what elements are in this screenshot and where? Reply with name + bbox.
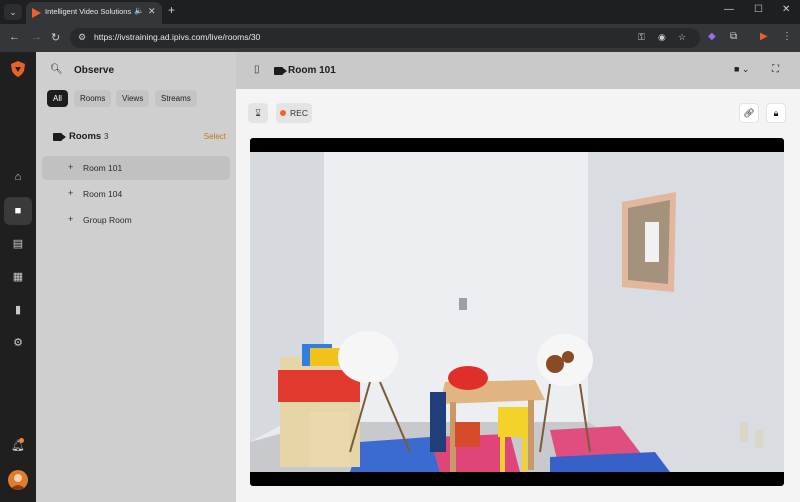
close-window-button[interactable]: ✕ [782, 4, 790, 15]
site-info-icon[interactable]: ⚙ [78, 32, 86, 43]
browser-menu-icon[interactable]: ⋮ [782, 31, 792, 42]
url-text[interactable]: https://ivstraining.ad.ipivs.com/live/ro… [94, 32, 260, 42]
avatar[interactable] [8, 470, 28, 490]
hourglass-button[interactable]: ⌛︎ [248, 103, 268, 123]
room-item-room-104[interactable]: + Room 104 [42, 182, 230, 206]
gear-icon[interactable]: ⚙ [4, 329, 32, 357]
room-name: Room 104 [83, 189, 123, 199]
url-field[interactable]: ⚙ https://ivstraining.ad.ipivs.com/live/… [70, 28, 700, 48]
rooms-section-header: Rooms 3 Select [50, 131, 226, 145]
expand-plus-icon[interactable]: + [68, 188, 73, 198]
rec-button[interactable]: REC [276, 103, 312, 123]
address-bar: ← → ↻ ⚙ https://ivstraining.ad.ipivs.com… [0, 24, 800, 52]
maximize-button[interactable]: ☐ [754, 4, 763, 15]
filter-all[interactable]: All [47, 90, 68, 107]
expand-plus-icon[interactable]: + [68, 214, 73, 224]
schedule-icon[interactable]: ▦ [4, 263, 32, 291]
video-feed[interactable] [250, 138, 784, 486]
app-left-rail: ⌂ ■ ▤ ▦ ▮ ⚙ 🔔︎ [0, 52, 36, 502]
tab-title: Intelligent Video Solutions [45, 7, 132, 16]
room-title: Room 101 [288, 65, 336, 76]
lock-icon[interactable]: 🔒︎ [766, 103, 786, 123]
room-item-room-101[interactable]: + Room 101 [42, 156, 230, 180]
observe-panel: 🔍︎ Observe All Rooms Views Streams Rooms… [36, 52, 236, 502]
rooms-label: Rooms [69, 131, 102, 142]
collapse-panel-icon[interactable]: ▯ [254, 64, 260, 75]
camera-icon [53, 133, 66, 141]
extensions-puzzle-icon[interactable]: ⧉ [730, 31, 737, 42]
back-arrow-icon[interactable]: ← [9, 31, 20, 43]
eye-slash-icon[interactable]: ◉ [658, 32, 666, 43]
tab-search-button[interactable]: ⌄ [4, 4, 22, 20]
new-tab-button[interactable]: + [168, 3, 175, 17]
rec-label: REC [290, 108, 308, 118]
browser-tab-bar: ⌄ Intelligent Video Solutions 🔈 ✕ + — ☐ … [0, 0, 800, 24]
browser-tab[interactable]: Intelligent Video Solutions 🔈 ✕ [26, 2, 162, 24]
camera-icon [274, 67, 287, 75]
search-icon[interactable]: 🔍︎ [50, 64, 63, 75]
filter-streams[interactable]: Streams [155, 90, 197, 107]
panel-title: Observe [74, 65, 115, 76]
rec-dot-icon [280, 110, 287, 116]
notification-dot [19, 438, 24, 443]
rooms-count: 3 [104, 132, 109, 141]
extension-icon[interactable]: ◆ [708, 31, 716, 42]
filter-rooms[interactable]: Rooms [74, 90, 112, 107]
room-name: Group Room [83, 215, 132, 225]
room-name: Room 101 [83, 163, 123, 173]
fullscreen-icon[interactable]: ⛶ [772, 64, 779, 75]
main-content: ▯ Room 101 ■ ⌄ ⛶ ⌛︎ REC 🔗︎ 🔒︎ [236, 52, 800, 502]
forward-arrow-icon[interactable]: → [31, 31, 42, 43]
select-link[interactable]: Select [204, 132, 226, 141]
layout-dropdown-button[interactable]: ■ ⌄ [734, 64, 749, 75]
app-logo-icon[interactable] [9, 60, 27, 78]
user-avatar-icon [10, 474, 26, 490]
bell-icon[interactable]: 🔔︎ [4, 432, 32, 460]
bookmark-star-icon[interactable]: ☆ [678, 32, 686, 43]
filter-views[interactable]: Views [116, 90, 150, 107]
link-icon[interactable]: 🔗︎ [739, 103, 759, 123]
room-camera-image [250, 152, 784, 472]
password-key-icon[interactable]: ⚿ [638, 32, 645, 43]
expand-plus-icon[interactable]: + [68, 162, 73, 172]
site-favicon-icon [32, 8, 41, 18]
speaker-icon[interactable]: 🔈 [134, 6, 144, 15]
main-header: ▯ Room 101 ■ ⌄ ⛶ [236, 52, 800, 89]
room-item-group-room[interactable]: + Group Room [42, 208, 230, 232]
profile-extension-icon[interactable]: ▶ [760, 31, 768, 42]
film-icon[interactable]: ▤ [4, 230, 32, 258]
camera-icon[interactable]: ■ [4, 197, 32, 225]
close-tab-icon[interactable]: ✕ [148, 6, 156, 17]
reload-icon[interactable]: ↻ [51, 31, 60, 44]
minimize-button[interactable]: — [724, 4, 734, 15]
home-icon[interactable]: ⌂ [4, 163, 32, 191]
chart-icon[interactable]: ▮ [4, 296, 32, 324]
